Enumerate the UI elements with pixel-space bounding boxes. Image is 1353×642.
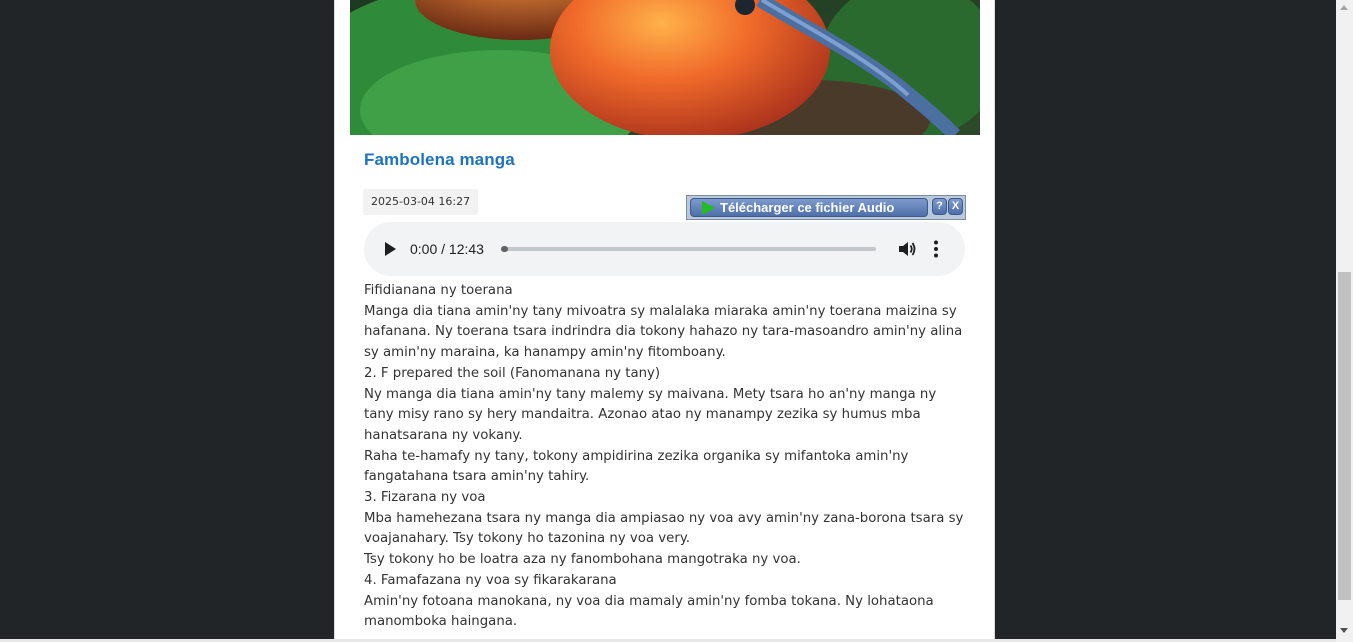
article-date: 2025-03-04 16:27	[363, 189, 479, 215]
paragraph: Ny manga dia tiana amin'ny tany malemy s…	[364, 386, 937, 443]
download-audio-label: Télécharger ce fichier Audio	[720, 200, 895, 215]
paragraph: 2. F prepared the soil (Fanomanana ny ta…	[364, 365, 661, 381]
vertical-scrollbar[interactable]	[1336, 0, 1353, 642]
play-icon	[702, 201, 715, 215]
more-vertical-icon[interactable]	[934, 240, 938, 258]
paragraph: 3. Fizarana ny voa	[364, 490, 486, 506]
paragraph: Fifidianana ny toerana	[364, 283, 513, 298]
scrollbar-thumb[interactable]	[1338, 272, 1351, 600]
paragraph: Raha te-hamafy ny tany, tokony ampidirin…	[364, 448, 909, 485]
audio-player: 0:00 / 12:43	[364, 222, 965, 276]
audio-time: 0:00 / 12:43	[410, 241, 484, 257]
scroll-up-icon[interactable]	[1340, 5, 1348, 10]
article-title[interactable]: Fambolena manga	[364, 150, 515, 170]
paragraph: Amin'ny fotoana manokana, ny voa dia mam…	[364, 593, 934, 630]
volume-icon[interactable]	[897, 239, 917, 259]
paragraph: Manga dia tiana amin'ny tany mivoatra sy…	[364, 303, 963, 361]
paragraph: 4. Famafazana ny voa sy fikarakarana	[364, 572, 617, 588]
audio-progress-slider[interactable]	[501, 246, 876, 252]
hero-image	[350, 0, 980, 135]
download-audio-button[interactable]: Télécharger ce fichier Audio	[690, 198, 928, 217]
audio-download-bar: Télécharger ce fichier Audio ? X	[686, 195, 966, 220]
scroll-down-icon[interactable]	[1340, 628, 1348, 633]
help-button[interactable]: ?	[932, 198, 947, 215]
paragraph: Mba hamehezana tsara ny manga dia ampias…	[364, 510, 964, 547]
article-body: Fifidianana ny toerana Manga dia tiana a…	[364, 281, 969, 633]
audio-progress-knob[interactable]	[501, 246, 508, 252]
play-icon[interactable]	[385, 242, 396, 256]
article-card: Fambolena manga 2025-03-04 16:27 Télécha…	[334, 0, 995, 642]
close-button[interactable]: X	[948, 198, 963, 215]
paragraph: Tsy tokony ho be loatra aza ny fanomboha…	[364, 552, 801, 568]
